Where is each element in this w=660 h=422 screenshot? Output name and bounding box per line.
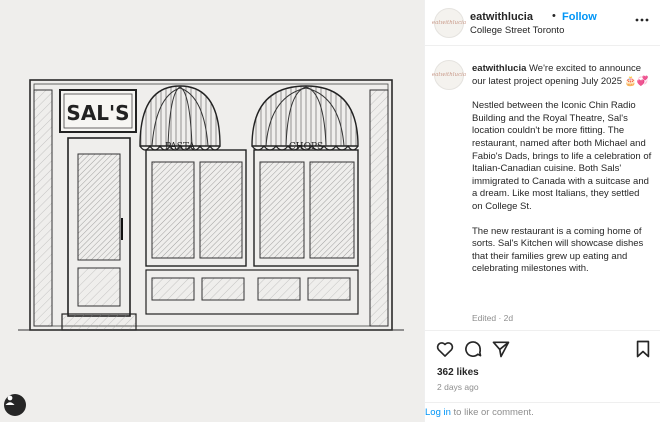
action-bar <box>425 330 660 364</box>
caption-text: eatwithlucia We're excited to announce o… <box>472 63 652 276</box>
profile-avatar[interactable]: eatwithlucia <box>431 8 467 38</box>
follow-button[interactable]: Follow <box>562 11 597 23</box>
store-sign-text: SAL'S <box>66 101 129 125</box>
comment-icon[interactable] <box>463 339 483 359</box>
heart-icon[interactable] <box>435 339 455 359</box>
login-prompt-text: to like or comment. <box>450 407 534 418</box>
separator-dot: • <box>552 10 556 22</box>
post-image[interactable]: SAL'S PASTA CHOPS <box>0 0 424 422</box>
person-icon <box>5 395 15 405</box>
awning-left: PASTA <box>139 85 221 152</box>
caption-section: eatwithlucia eatwithlucia We're excited … <box>425 46 660 328</box>
location-link[interactable]: College Street Toronto <box>470 25 564 36</box>
caption-avatar[interactable]: eatwithlucia <box>431 60 467 90</box>
caption-meta: Edited · 2d <box>472 313 514 323</box>
avatar-logo-text: eatwithlucia <box>431 20 467 26</box>
avatar-logo-text: eatwithlucia <box>431 72 467 78</box>
caption-paragraph: The new restaurant is a coming home of s… <box>472 225 644 275</box>
post-timestamp[interactable]: 2 days ago <box>437 382 479 392</box>
post-side-panel: eatwithlucia eatwithlucia • Follow Colle… <box>424 0 660 422</box>
login-link[interactable]: Log in <box>425 407 451 418</box>
post-header: eatwithlucia eatwithlucia • Follow Colle… <box>425 0 660 46</box>
storefront-illustration: SAL'S PASTA CHOPS <box>18 79 404 331</box>
bookmark-icon[interactable] <box>633 339 653 359</box>
more-icon[interactable] <box>634 12 650 28</box>
caption-paragraph: Nestled between the Iconic Chin Radio Bu… <box>472 100 652 212</box>
likes-count[interactable]: 362 likes <box>437 367 479 378</box>
header-username[interactable]: eatwithlucia <box>470 11 533 23</box>
share-icon[interactable] <box>491 339 511 359</box>
user-tag-icon[interactable] <box>4 394 26 416</box>
login-prompt: Log in to like or comment. <box>425 402 660 422</box>
caption-username[interactable]: eatwithlucia <box>472 63 526 74</box>
awning-right: CHOPS <box>251 85 359 152</box>
